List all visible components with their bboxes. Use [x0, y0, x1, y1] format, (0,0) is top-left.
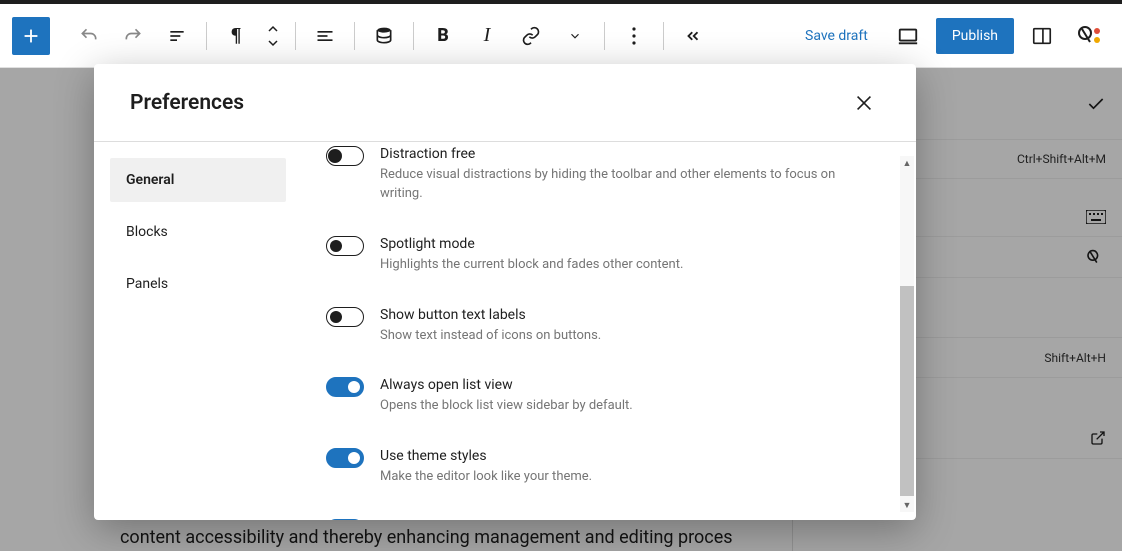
publish-button[interactable]: Publish	[936, 18, 1014, 54]
list-view-button[interactable]	[158, 17, 196, 55]
setting-desc: Reduce visual distractions by hiding the…	[380, 166, 876, 204]
yoast-icon[interactable]	[1070, 16, 1110, 56]
external-link-icon	[1090, 430, 1106, 446]
preferences-modal: Preferences General Blocks Panels Distra…	[94, 64, 916, 520]
move-block-button[interactable]	[261, 17, 285, 55]
save-draft-button[interactable]: Save draft	[793, 20, 880, 52]
setting-desc: Opens the block list view sidebar by def…	[380, 397, 876, 416]
setting-distraction-free: Distraction free Reduce visual distracti…	[326, 146, 876, 222]
setting-spotlight: Spotlight mode Highlights the current bl…	[326, 222, 876, 293]
setting-title: Use theme styles	[380, 448, 876, 464]
sidebar-toggle-button[interactable]	[1022, 16, 1062, 56]
setting-list-view: Always open list view Opens the block li…	[326, 363, 876, 434]
collapse-toolbar-button[interactable]	[674, 17, 712, 55]
more-format-button[interactable]	[556, 17, 594, 55]
setting-theme-styles: Use theme styles Make the editor look li…	[326, 434, 876, 505]
modal-title: Preferences	[130, 91, 244, 115]
tab-blocks[interactable]: Blocks	[110, 210, 286, 254]
setting-breadcrumbs: Display block breadcrumbs Shows block br…	[326, 505, 876, 520]
shortcut-label-2: Shift+Alt+H	[1044, 351, 1106, 365]
close-button[interactable]	[848, 87, 880, 119]
setting-button-labels: Show button text labels Show text instea…	[326, 293, 876, 364]
link-button[interactable]	[512, 17, 550, 55]
settings-scrollbar[interactable]: ▲ ▼	[900, 156, 914, 512]
preview-button[interactable]	[888, 16, 928, 56]
modal-tabs: General Blocks Panels	[94, 142, 302, 520]
toggle-distraction-free[interactable]	[326, 146, 364, 166]
setting-title: Display block breadcrumbs	[380, 519, 876, 520]
align-button[interactable]	[306, 17, 344, 55]
undo-button[interactable]	[70, 17, 108, 55]
editor-text: content accessibility and thereby enhanc…	[120, 524, 733, 551]
toggle-breadcrumbs[interactable]	[326, 519, 364, 520]
paragraph-icon[interactable]: ¶	[217, 17, 255, 55]
redo-button[interactable]	[114, 17, 152, 55]
toggle-button-labels[interactable]	[326, 307, 364, 327]
block-options-button[interactable]	[615, 17, 653, 55]
tab-panels[interactable]: Panels	[110, 262, 286, 306]
bold-button[interactable]: B	[424, 17, 462, 55]
setting-title: Always open list view	[380, 377, 876, 393]
tab-general[interactable]: General	[110, 158, 286, 202]
toggle-spotlight[interactable]	[326, 236, 364, 256]
italic-button[interactable]: I	[468, 17, 506, 55]
add-block-button[interactable]	[12, 17, 50, 55]
settings-list: Distraction free Reduce visual distracti…	[302, 142, 916, 520]
setting-desc: Show text instead of icons on buttons.	[380, 327, 876, 346]
check-icon	[1086, 94, 1106, 114]
keyboard-icon	[1086, 210, 1106, 224]
setting-desc: Make the editor look like your theme.	[380, 468, 876, 487]
toggle-list-view[interactable]	[326, 377, 364, 397]
yoast-small-icon	[1086, 249, 1106, 265]
setting-title: Spotlight mode	[380, 236, 876, 252]
setting-title: Distraction free	[380, 146, 876, 162]
setting-title: Show button text labels	[380, 307, 876, 323]
shortcut-label: Ctrl+Shift+Alt+M	[1017, 152, 1106, 166]
modal-header: Preferences	[94, 64, 916, 142]
toggle-theme-styles[interactable]	[326, 448, 364, 468]
editor-toolbar: ¶ B I	[0, 4, 1122, 68]
database-icon[interactable]	[365, 17, 403, 55]
setting-desc: Highlights the current block and fades o…	[380, 256, 876, 275]
